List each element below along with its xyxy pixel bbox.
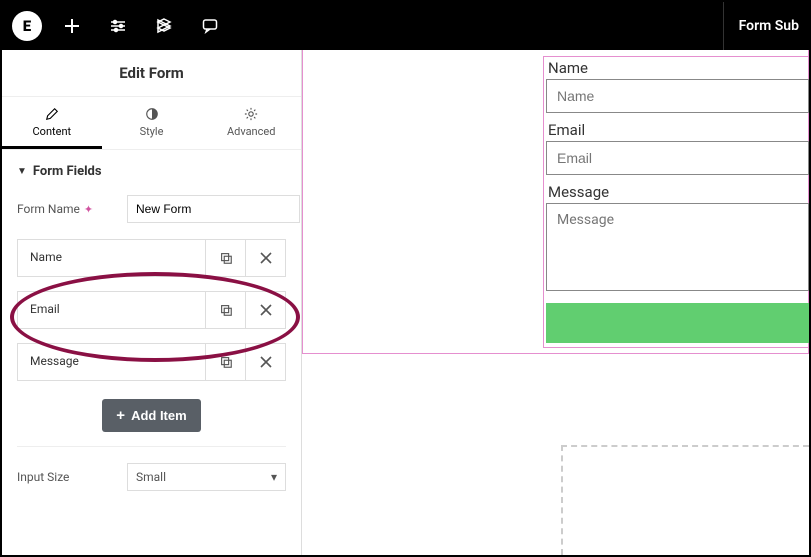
field-item-label: Email bbox=[18, 292, 205, 328]
field-item-label: Message bbox=[18, 344, 205, 380]
preview-name-label: Name bbox=[546, 57, 809, 79]
preview-message-label: Message bbox=[546, 181, 809, 203]
field-item-message[interactable]: Message bbox=[17, 343, 286, 381]
panel-tabs: Content Style Advanced bbox=[2, 96, 301, 150]
duplicate-button[interactable] bbox=[205, 344, 245, 380]
divider bbox=[17, 446, 286, 447]
panel-title: Edit Form bbox=[2, 50, 301, 96]
preview-email-input[interactable] bbox=[546, 141, 809, 175]
preview-name-input[interactable] bbox=[546, 79, 809, 113]
duplicate-button[interactable] bbox=[205, 240, 245, 276]
section-form-fields-label: Form Fields bbox=[33, 164, 102, 179]
copy-icon bbox=[219, 355, 233, 369]
remove-button[interactable] bbox=[245, 292, 285, 328]
field-item-label: Name bbox=[18, 240, 205, 276]
structure-icon[interactable] bbox=[152, 14, 176, 38]
editor-canvas[interactable]: Name Email Message bbox=[302, 50, 809, 555]
tab-advanced-label: Advanced bbox=[227, 125, 275, 138]
remove-button[interactable] bbox=[245, 240, 285, 276]
add-item-label: Add Item bbox=[131, 408, 187, 423]
preview-message-textarea[interactable] bbox=[546, 203, 809, 291]
top-toolbar: E Form Sub bbox=[2, 2, 809, 50]
form-fields-list: Name Email bbox=[2, 229, 301, 395]
site-settings-icon[interactable] bbox=[106, 14, 130, 38]
tab-content[interactable]: Content bbox=[2, 97, 102, 149]
close-icon bbox=[260, 356, 272, 368]
field-item-email[interactable]: Email bbox=[17, 291, 286, 329]
preview-submit-button[interactable] bbox=[546, 303, 809, 343]
preview-email-label: Email bbox=[546, 119, 809, 141]
elementor-logo[interactable]: E bbox=[12, 11, 42, 41]
remove-button[interactable] bbox=[245, 344, 285, 380]
page-title-right: Form Sub bbox=[723, 2, 799, 50]
caret-down-icon: ▼ bbox=[17, 166, 27, 177]
form-name-label: Form Name ✦ bbox=[17, 202, 127, 216]
plus-icon: + bbox=[116, 408, 125, 423]
copy-icon bbox=[219, 303, 233, 317]
tab-style[interactable]: Style bbox=[102, 97, 202, 149]
close-icon bbox=[260, 304, 272, 316]
field-item-name[interactable]: Name bbox=[17, 239, 286, 277]
gear-icon bbox=[244, 107, 258, 121]
duplicate-button[interactable] bbox=[205, 292, 245, 328]
empty-section-dropzone[interactable] bbox=[561, 445, 809, 555]
tab-content-label: Content bbox=[33, 125, 72, 138]
half-circle-icon bbox=[145, 107, 159, 121]
editor-sidebar: Edit Form Content Style Advanced ▼ Form … bbox=[2, 50, 302, 555]
input-size-label: Input Size bbox=[17, 470, 127, 484]
pencil-icon bbox=[45, 107, 59, 121]
add-item-button[interactable]: + Add Item bbox=[102, 399, 200, 432]
add-element-icon[interactable] bbox=[60, 14, 84, 38]
form-name-input[interactable] bbox=[127, 195, 300, 223]
input-size-value: Small bbox=[136, 470, 166, 484]
section-form-fields-header[interactable]: ▼ Form Fields bbox=[2, 150, 301, 189]
dynamic-tag-icon[interactable]: ✦ bbox=[84, 203, 93, 216]
notes-icon[interactable] bbox=[198, 14, 222, 38]
tab-advanced[interactable]: Advanced bbox=[201, 97, 301, 149]
chevron-down-icon: ▾ bbox=[271, 470, 277, 484]
input-size-select[interactable]: Small ▾ bbox=[127, 463, 286, 491]
form-widget-preview[interactable]: Name Email Message bbox=[543, 56, 809, 348]
input-size-row: Input Size Small ▾ bbox=[2, 457, 301, 497]
tab-style-label: Style bbox=[140, 125, 164, 138]
copy-icon bbox=[219, 251, 233, 265]
form-name-row: Form Name ✦ bbox=[2, 189, 301, 229]
close-icon bbox=[260, 252, 272, 264]
